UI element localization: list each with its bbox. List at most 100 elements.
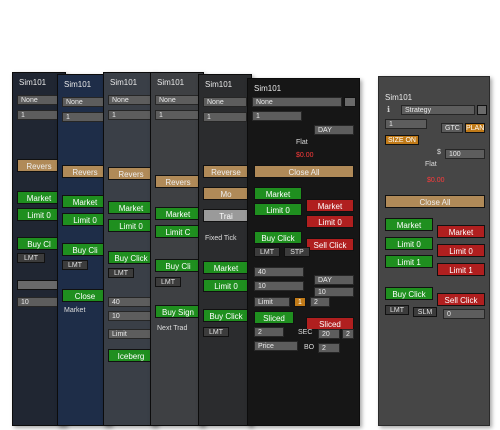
limit-select[interactable]: Limit [108, 329, 152, 339]
reverse-button[interactable]: Revers [108, 167, 154, 180]
buy-click-button[interactable]: Buy Click [108, 251, 154, 264]
lmt-button[interactable]: LMT [108, 268, 134, 278]
order-panel-right: Sim101 ℹ Strategy 1 GTC PLAN SIZE ON $ 1… [378, 76, 490, 426]
market-button[interactable]: Market [203, 261, 249, 274]
market-sell-button[interactable]: Market [437, 225, 485, 238]
reverse-button[interactable]: Revers [155, 175, 201, 188]
slm-button[interactable]: SLM [413, 307, 437, 317]
close-button[interactable]: Close [62, 289, 108, 302]
account-select[interactable]: None [155, 95, 199, 105]
account-select[interactable]: None [17, 95, 61, 105]
account-select[interactable]: None [252, 97, 342, 107]
size-on-button[interactable]: SIZE ON [385, 135, 419, 145]
limit-buy-button[interactable]: Limit 0 [254, 203, 302, 216]
quantity-field[interactable]: 10 [17, 297, 61, 307]
panel-title: Sim101 [19, 78, 47, 87]
plan-button[interactable]: PLAN [465, 123, 485, 133]
order-count-2[interactable]: 2 [310, 297, 330, 307]
buy-click-button[interactable]: Buy Cli [62, 243, 108, 256]
account-select[interactable]: None [62, 97, 106, 107]
order-panel-4: Sim101 None 1 Revers Market Limit C Buy … [150, 72, 204, 426]
account-select[interactable]: None [108, 95, 152, 105]
sell-click-button[interactable]: Sell Click [306, 238, 354, 251]
market-button[interactable]: Market [155, 207, 201, 220]
price-select[interactable]: Price [254, 341, 298, 351]
strategy-settings-button[interactable] [477, 105, 487, 115]
tif-select[interactable]: DAY [314, 125, 354, 135]
order-tif-field[interactable]: DAY [314, 275, 354, 285]
order-count-1[interactable]: 1 [294, 297, 306, 307]
mo-button[interactable]: Mo [203, 187, 249, 200]
slice-interval-field[interactable]: 20 [318, 329, 340, 339]
strategy-select[interactable]: Strategy [401, 105, 475, 115]
limit-select[interactable]: Limit [254, 297, 290, 307]
stp-button[interactable]: STP [284, 247, 310, 257]
panel-title: Sim101 [157, 78, 185, 87]
info-icon[interactable]: ℹ [387, 105, 390, 114]
limit-button[interactable]: Limit 0 [17, 208, 61, 221]
blank-button[interactable] [17, 280, 61, 290]
lmt-button[interactable]: LMT [62, 260, 88, 270]
limit0-sell-button[interactable]: Limit 0 [437, 244, 485, 257]
settings-button[interactable] [344, 97, 356, 107]
lmt-button[interactable]: LMT [17, 253, 45, 263]
bo-label: BO [304, 344, 315, 351]
lmt-button[interactable]: LMT [155, 277, 181, 287]
market-buy-button[interactable]: Market [254, 187, 302, 200]
limit-button[interactable]: Limit C [155, 225, 201, 238]
market-buy-button[interactable]: Market [385, 218, 433, 231]
lmt-button[interactable]: LMT [203, 327, 229, 337]
position-status: Flat [296, 139, 308, 146]
order-panel-6: Sim101 None 1 DAY Flat $0.00 Close All M… [247, 78, 360, 426]
order-value-field-1[interactable]: 40 [254, 267, 304, 277]
reverse-button[interactable]: Reverse [203, 165, 249, 178]
value-field-1[interactable]: 40 [108, 297, 152, 307]
lmt-button[interactable]: LMT [254, 247, 280, 257]
lmt-button[interactable]: LMT [385, 305, 409, 315]
close-all-button[interactable]: Close All [385, 195, 485, 208]
trail-button[interactable]: Trai [203, 209, 249, 222]
limit-button[interactable]: Limit 0 [108, 219, 154, 232]
quantity-input[interactable]: 1 [155, 110, 199, 120]
bo-value-field[interactable]: 2 [318, 343, 340, 353]
order-value-field-3[interactable]: 10 [314, 287, 354, 297]
limit1-sell-button[interactable]: Limit 1 [437, 263, 485, 276]
limit-button[interactable]: Limit 0 [62, 213, 108, 226]
close-all-button[interactable]: Close All [254, 165, 354, 178]
size-value-field[interactable]: 100 [445, 149, 485, 159]
tif-select[interactable]: GTC [441, 123, 463, 133]
position-status: Flat [425, 161, 437, 168]
market-button[interactable]: Market [108, 201, 154, 214]
sliced-buy-button[interactable]: Sliced [254, 311, 294, 324]
quantity-input[interactable]: 1 [17, 110, 61, 120]
zero-field[interactable]: 0 [443, 309, 485, 319]
market-button[interactable]: Market [17, 191, 61, 204]
quantity-input[interactable]: 1 [203, 112, 247, 122]
buy-click-button[interactable]: Buy Cl [17, 237, 61, 250]
quantity-input[interactable]: 1 [62, 112, 106, 122]
value-field-2[interactable]: 10 [108, 311, 152, 321]
market-sell-button[interactable]: Market [306, 199, 354, 212]
limit1-buy-button[interactable]: Limit 1 [385, 255, 433, 268]
buy-click-button[interactable]: Buy Click [254, 231, 302, 244]
quantity-input[interactable]: 1 [252, 111, 302, 121]
reverse-button[interactable]: Revers [17, 159, 61, 172]
order-value-field-2[interactable]: 10 [254, 281, 304, 291]
slice-count-field[interactable]: 2 [254, 327, 284, 337]
slice-extra-field[interactable]: 2 [342, 329, 354, 339]
market-button[interactable]: Market [62, 195, 108, 208]
iceberg-button[interactable]: Iceberg [108, 349, 154, 362]
limit0-buy-button[interactable]: Limit 0 [385, 237, 433, 250]
sell-click-button[interactable]: Sell Click [437, 293, 485, 306]
account-select[interactable]: None [203, 97, 247, 107]
buy-signal-button[interactable]: Buy Sign [155, 305, 201, 318]
limit-sell-button[interactable]: Limit 0 [306, 215, 354, 228]
limit-button[interactable]: Limit 0 [203, 279, 249, 292]
buy-click-button[interactable]: Buy Cli [155, 259, 201, 272]
quantity-input[interactable]: 1 [108, 110, 152, 120]
quantity-input[interactable]: 1 [385, 119, 427, 129]
buy-click-button[interactable]: Buy Click [385, 287, 433, 300]
fixed-tick-label: Fixed Tick [205, 235, 237, 242]
reverse-button[interactable]: Revers [62, 165, 108, 178]
buy-click-button[interactable]: Buy Click [203, 309, 249, 322]
